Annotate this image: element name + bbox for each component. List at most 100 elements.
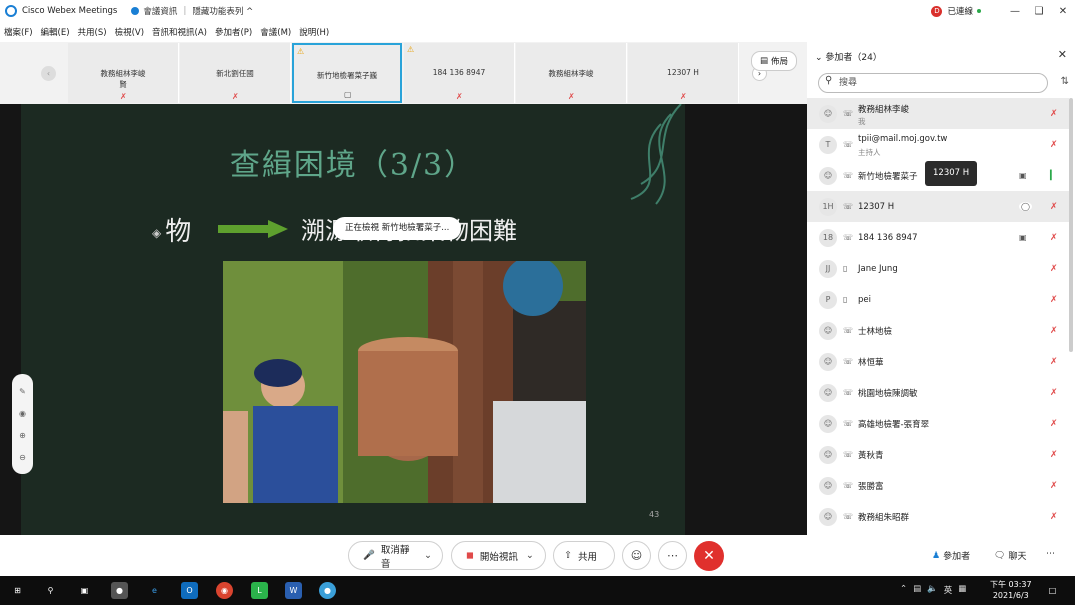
mic-active-icon[interactable]: ▎: [1050, 171, 1057, 181]
mic-muted-icon[interactable]: ✗: [1050, 109, 1058, 119]
mic-muted-icon[interactable]: ✗: [1050, 419, 1058, 429]
participant-row[interactable]: ☺ ☏ 士林地檢 ✗: [807, 315, 1069, 346]
zoom-out-icon[interactable]: ⊖: [19, 453, 26, 462]
edge-icon[interactable]: e: [146, 582, 163, 599]
mic-muted-icon[interactable]: ✗: [1050, 357, 1058, 367]
panel-more-button[interactable]: ⋯: [1046, 549, 1055, 559]
fit-icon[interactable]: ◉: [19, 409, 26, 418]
participant-thumbnail[interactable]: 教務組林李峻 ✗: [516, 43, 627, 103]
menu-item[interactable]: 檢視(V): [115, 26, 144, 38]
participant-thumbnail[interactable]: ⚠ 新竹地檢署菜子巍 ▢: [292, 43, 402, 103]
search-taskbar-icon[interactable]: ⚲: [42, 582, 59, 599]
volume-icon[interactable]: 🔈: [927, 584, 938, 596]
menu-item[interactable]: 檔案(F): [4, 26, 33, 38]
zoom-controls: ✎ ◉ ⊕ ⊖: [12, 374, 33, 474]
thumbnail-name: 教務組林李峻: [548, 69, 594, 78]
panel-scrollbar[interactable]: [1069, 98, 1073, 352]
participant-row[interactable]: 1H ☏ 12307 H ◯ ✗: [807, 191, 1069, 222]
layout-button[interactable]: ▤ 佈局: [751, 51, 797, 71]
participant-row[interactable]: P ▯ pei ✗: [807, 284, 1069, 315]
bullet-label: 物: [165, 217, 192, 247]
task-view-icon[interactable]: ▣: [76, 582, 93, 599]
participant-name: 張勝富: [858, 481, 884, 492]
tray-chevron-icon[interactable]: ⌃: [900, 584, 907, 596]
more-options-button[interactable]: ⋯: [658, 541, 687, 570]
mic-muted-icon: ✗: [456, 92, 463, 101]
mic-muted-icon[interactable]: ✗: [1050, 202, 1058, 212]
maximize-button[interactable]: ❑: [1027, 6, 1051, 17]
share-button[interactable]: ⇧ 共用: [553, 541, 615, 570]
close-window-button[interactable]: ✕: [1051, 6, 1075, 17]
word-icon[interactable]: W: [285, 582, 302, 599]
participant-thumbnail[interactable]: 教務組林李峻 賢 ✗: [68, 43, 179, 103]
menu-item[interactable]: 參加者(P): [215, 26, 252, 38]
participant-thumbnail[interactable]: 12307 H ✗: [628, 43, 739, 103]
video-options-chevron-icon[interactable]: ⌄: [526, 550, 534, 561]
ime-mode-icon[interactable]: ▦: [958, 584, 966, 596]
app-title: Cisco Webex Meetings: [22, 6, 118, 16]
start-icon[interactable]: ⊞: [9, 582, 26, 599]
participant-row[interactable]: JJ ▯ Jane Jung ✗: [807, 253, 1069, 284]
reactions-button[interactable]: ☺: [622, 541, 651, 570]
network-icon[interactable]: ▤: [913, 584, 921, 596]
participant-row[interactable]: ☺ ☏ 林恒華 ✗: [807, 346, 1069, 377]
avatar: ☺: [819, 445, 837, 464]
menu-item[interactable]: 編輯(E): [41, 26, 70, 38]
line-icon[interactable]: L: [251, 582, 268, 599]
participant-thumbnail[interactable]: ⚠ 184 136 8947 ✗: [404, 43, 515, 103]
mic-muted-icon[interactable]: ✗: [1050, 233, 1058, 243]
hide-menu-button[interactable]: 隱藏功能表列 ^: [192, 5, 253, 17]
participant-thumbnail[interactable]: 新北劉任國 ✗: [180, 43, 291, 103]
chat-bubble-icon[interactable]: ◯: [1019, 202, 1032, 211]
unmute-button[interactable]: 🎤 取消靜音 ⌄: [348, 541, 443, 570]
panel-title: 參加者（24）: [825, 53, 882, 63]
participant-row[interactable]: ☺ ☏ 張勝富 ✗: [807, 470, 1069, 501]
mic-muted-icon[interactable]: ✗: [1050, 450, 1058, 460]
menu-item[interactable]: 會議(M): [260, 26, 291, 38]
annotate-icon[interactable]: ✎: [19, 387, 26, 396]
mic-muted-icon[interactable]: ✗: [1050, 140, 1058, 150]
zoom-in-icon[interactable]: ⊕: [19, 431, 26, 440]
participant-row[interactable]: ☺ ☏ 桃園地檢陳調敏 ✗: [807, 377, 1069, 408]
bullet-diamond-icon: ◈: [152, 226, 162, 240]
clock[interactable]: 下午 03:37 2021/6/3: [990, 579, 1032, 601]
participant-search-input[interactable]: 搜尋: [818, 73, 1048, 93]
panel-header[interactable]: ⌄ 參加者（24）: [815, 50, 882, 63]
minimize-button[interactable]: —: [1003, 6, 1027, 17]
start-video-button[interactable]: ◼ 開始視訊 ⌄: [451, 541, 546, 570]
menu-item[interactable]: 音訊和視訊(A): [152, 26, 207, 38]
video-off-icon: ◼: [466, 550, 474, 561]
menu-item[interactable]: 說明(H): [299, 26, 329, 38]
chrome-icon[interactable]: ◉: [216, 582, 233, 599]
participant-row[interactable]: ☺ ☏ 高雄地檢署-張育翠 ✗: [807, 408, 1069, 439]
participant-row[interactable]: T ☏ tpii@mail.moj.gov.tw 主持人 ✗: [807, 129, 1069, 160]
app-tray-icon[interactable]: ●: [111, 582, 128, 599]
phone-icon: ☏: [843, 481, 854, 490]
mic-muted-icon[interactable]: ✗: [1050, 388, 1058, 398]
thumbnail-name: 12307 H: [667, 68, 699, 77]
webex-taskbar-icon[interactable]: ●: [319, 582, 336, 599]
account-badge[interactable]: D: [931, 5, 943, 17]
outlook-icon[interactable]: O: [181, 582, 198, 599]
panel-close-button[interactable]: ✕: [1058, 48, 1067, 61]
meeting-info-button[interactable]: 會議資訊: [131, 5, 177, 17]
mic-muted-icon[interactable]: ✗: [1050, 295, 1058, 305]
participants-toggle-button[interactable]: ♟ 參加者: [932, 549, 970, 563]
menu-item[interactable]: 共用(S): [78, 26, 107, 38]
participant-row[interactable]: ☺ ☏ 黃秋青 ✗: [807, 439, 1069, 470]
participant-row[interactable]: ☺ ☏ 教務組林李峻我 ✗: [807, 98, 1069, 129]
audio-options-chevron-icon[interactable]: ⌄: [424, 550, 432, 561]
mic-muted-icon[interactable]: ✗: [1050, 264, 1058, 274]
sort-icon[interactable]: ⇅: [1061, 76, 1069, 87]
chat-toggle-button[interactable]: 🗨 聊天: [994, 549, 1026, 563]
slide-photo: [223, 261, 586, 503]
participant-row[interactable]: ☺ ☏ 教務組朱昭群 ✗: [807, 501, 1069, 532]
ime-indicator[interactable]: 英: [944, 584, 953, 596]
mic-muted-icon[interactable]: ✗: [1050, 326, 1058, 336]
participant-row[interactable]: 18 ☏ 184 136 8947 ▣ ✗: [807, 222, 1069, 253]
mic-muted-icon[interactable]: ✗: [1050, 512, 1058, 522]
notifications-icon[interactable]: □: [1044, 582, 1061, 599]
mic-muted-icon[interactable]: ✗: [1050, 481, 1058, 491]
strip-prev-button[interactable]: ‹: [41, 66, 56, 81]
end-meeting-button[interactable]: ✕: [694, 541, 724, 571]
